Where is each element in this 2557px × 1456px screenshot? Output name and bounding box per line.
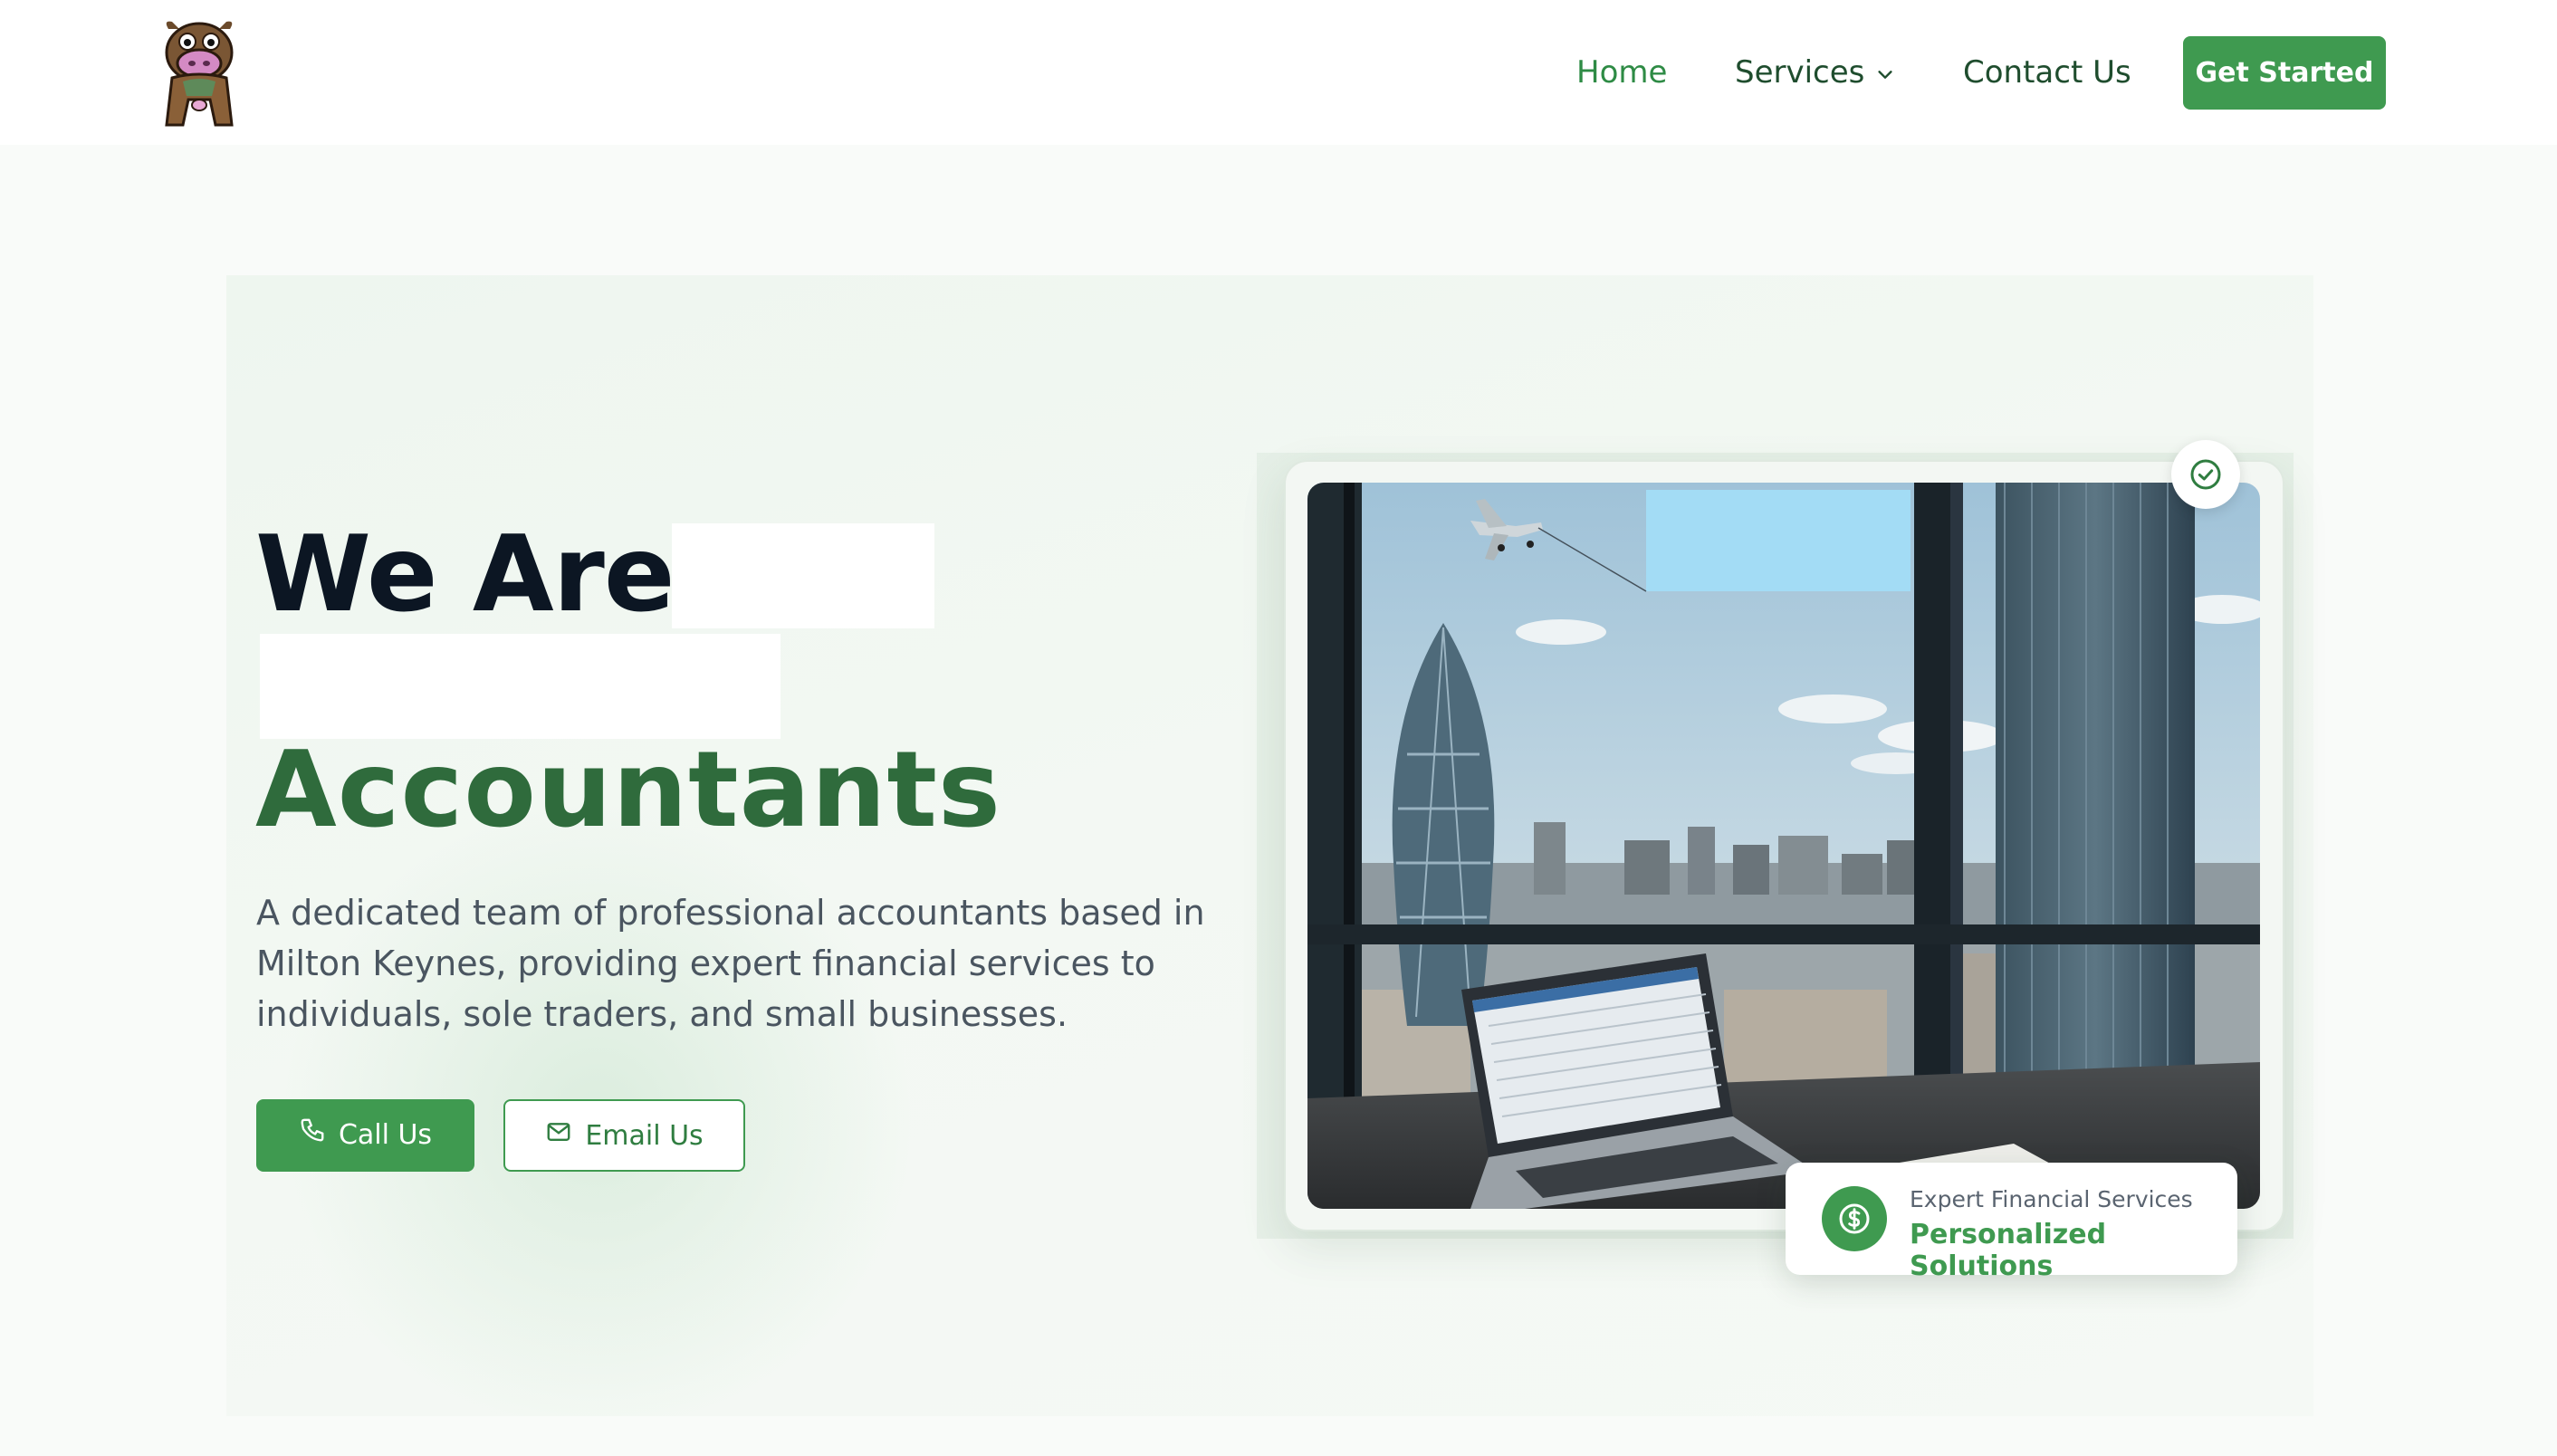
info-card-title: Personalized Solutions [1910,1219,2107,1282]
email-us-button[interactable]: Email Us [503,1099,745,1172]
headline-redacted-block [260,634,781,739]
hero-headline-line1: We Are [255,513,675,636]
office-skyline-photo [1307,483,2260,1209]
phone-icon [299,1099,326,1172]
email-us-label: Email Us [585,1119,704,1152]
hero-description: A dedicated team of professional account… [256,893,1205,1034]
check-circle-icon [2171,440,2240,509]
nav-services[interactable]: Services [1735,51,1895,94]
cow-mascot-logo[interactable] [156,16,243,130]
dollar-circle-icon [1822,1186,1887,1251]
nav-contact-us[interactable]: Contact Us [1963,51,2131,94]
chevron-down-icon [1875,53,1895,96]
headline-redacted-block [672,523,934,628]
call-us-button[interactable]: Call Us [256,1099,474,1172]
site-header: Home Services Contact Us Get Started [0,0,2557,145]
info-card: Expert Financial Services Personalized S… [1786,1163,2237,1282]
info-card-subtitle: Expert Financial Services [1910,1186,2193,1212]
nav-services-label: Services [1735,54,1865,91]
call-us-label: Call Us [338,1119,433,1151]
nav-home[interactable]: Home [1576,51,1667,94]
get-started-button[interactable]: Get Started [2183,36,2386,110]
mail-icon [545,1118,572,1153]
hero-headline-accent: Accountants [255,729,1001,851]
